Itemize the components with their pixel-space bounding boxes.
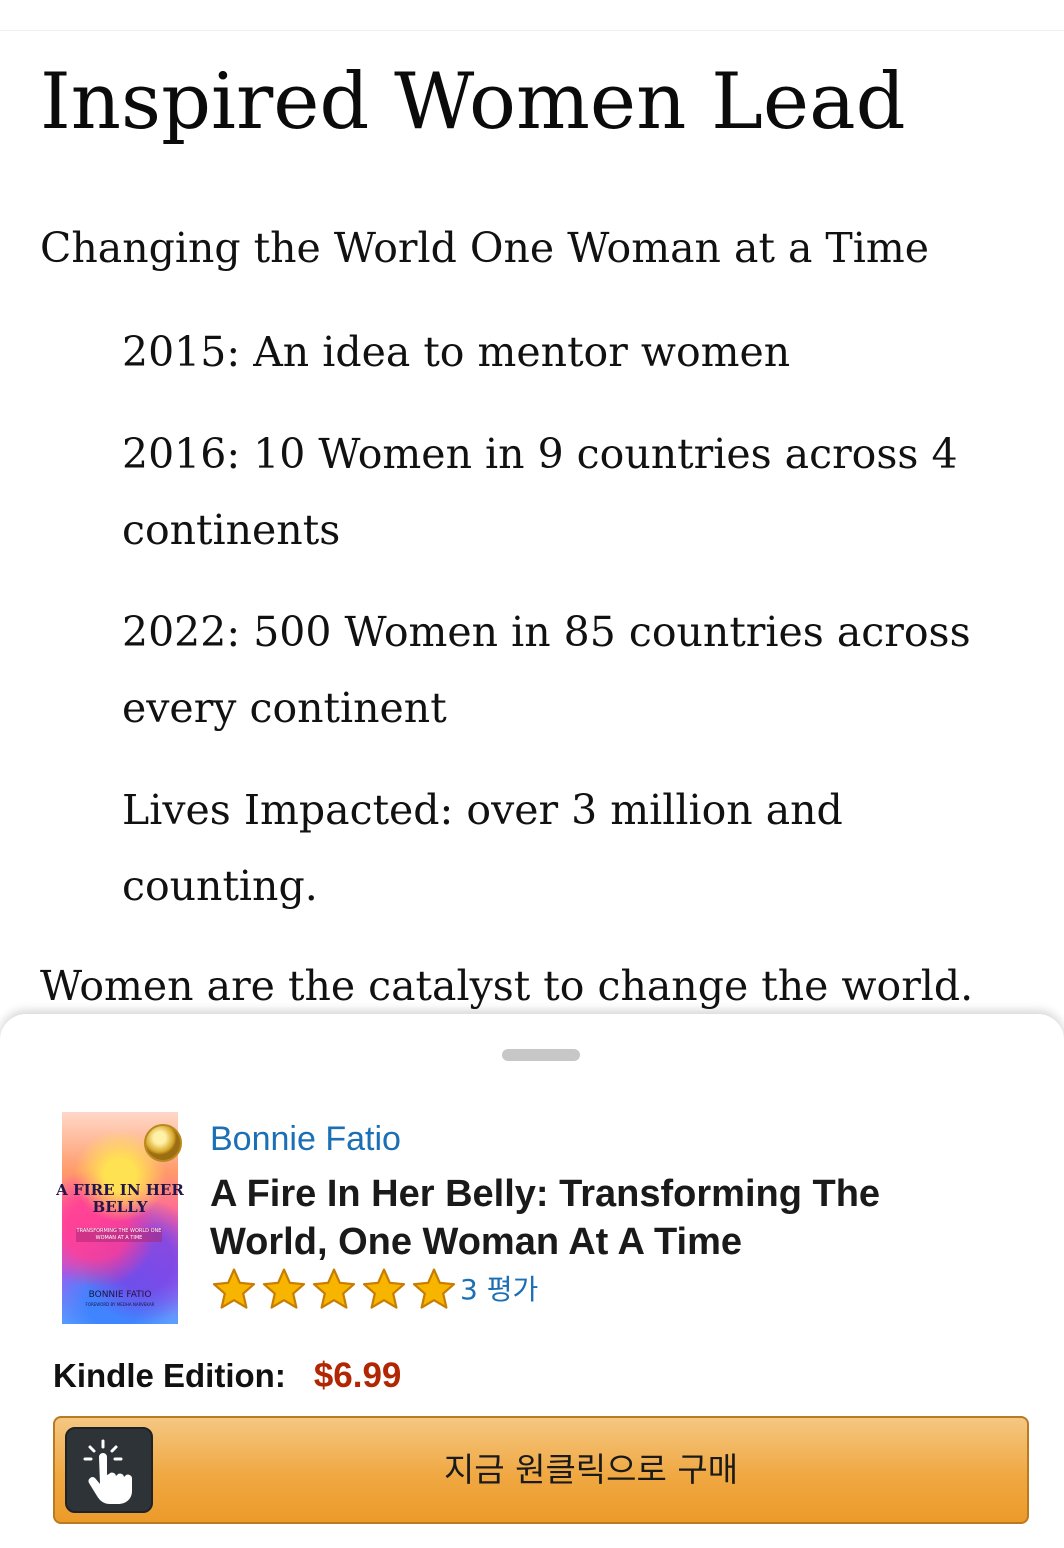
tap-finger-icon xyxy=(65,1427,153,1513)
article-title: Inspired Women Lead xyxy=(40,57,906,147)
book-cover-title: A FIRE IN HER BELLY xyxy=(56,1181,184,1216)
buy-now-one-click-button[interactable]: 지금 원클릭으로 구매 xyxy=(53,1416,1029,1524)
book-cover-author: BONNIE FATIO xyxy=(88,1290,152,1300)
star-icon xyxy=(262,1268,306,1309)
article-closing: Women are the catalyst to change the wor… xyxy=(40,962,974,1010)
author-link[interactable]: Bonnie Fatio xyxy=(210,1118,401,1160)
award-seal-icon xyxy=(144,1124,182,1162)
star-icon xyxy=(362,1268,406,1309)
purchase-bottom-sheet: A FIRE IN HER BELLY TRANSFORMING THE WOR… xyxy=(0,1014,1064,1548)
app-screen: Inspired Women Lead Changing the World O… xyxy=(0,0,1064,1548)
milestone-lives-impacted: Lives Impacted: over 3 million and count… xyxy=(122,786,843,910)
book-cover-subtitle: TRANSFORMING THE WORLD ONE WOMAN AT A TI… xyxy=(76,1228,162,1242)
book-title: A Fire In Her Belly: Transforming The Wo… xyxy=(210,1173,881,1263)
rating-row[interactable]: 3 평가 xyxy=(210,1264,538,1316)
buy-now-label: 지금 원클릭으로 구매 xyxy=(443,1450,739,1489)
rating-count-link[interactable]: 3 평가 xyxy=(460,1268,538,1308)
edition-label: Kindle Edition: xyxy=(53,1357,286,1394)
milestone-2022: 2022: 500 Women in 85 countries across e… xyxy=(122,608,971,732)
book-cover-foreword: FOREWORD BY MEDHA NARVEKAR xyxy=(85,1302,155,1307)
milestone-2016: 2016: 10 Women in 9 countries across 4 c… xyxy=(122,430,958,554)
book-cover[interactable]: A FIRE IN HER BELLY TRANSFORMING THE WOR… xyxy=(54,1112,186,1324)
star-rating xyxy=(210,1266,460,1314)
edition-row: Kindle Edition: $6.99 xyxy=(53,1350,401,1402)
top-divider xyxy=(0,30,1064,31)
milestone-2015: 2015: An idea to mentor women xyxy=(122,328,791,376)
article-tagline: Changing the World One Woman at a Time xyxy=(40,224,930,272)
star-icon xyxy=(312,1268,356,1309)
star-icon xyxy=(212,1268,256,1309)
price: $6.99 xyxy=(313,1356,402,1395)
sheet-drag-handle[interactable] xyxy=(502,1049,580,1061)
star-icon xyxy=(412,1268,456,1309)
